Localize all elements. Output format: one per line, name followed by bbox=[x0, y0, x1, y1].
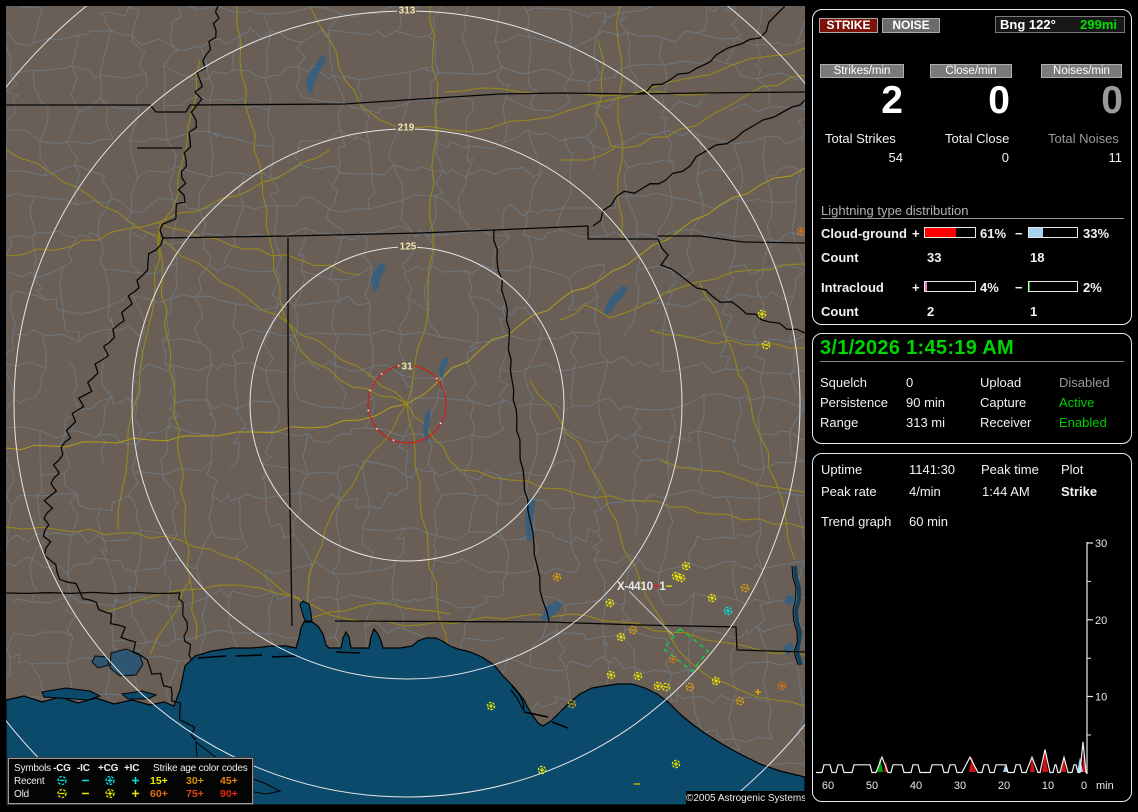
svg-text:125: 125 bbox=[400, 242, 417, 253]
svg-text:Old: Old bbox=[14, 789, 29, 800]
svg-text:-IC: -IC bbox=[77, 763, 90, 774]
svg-text:219: 219 bbox=[398, 123, 415, 134]
svg-text:40: 40 bbox=[910, 780, 922, 792]
svg-text:30: 30 bbox=[1095, 538, 1107, 550]
svg-text:90+: 90+ bbox=[220, 788, 238, 800]
svg-text:Recent: Recent bbox=[14, 776, 45, 787]
svg-text:75+: 75+ bbox=[186, 788, 204, 800]
svg-text:31: 31 bbox=[401, 362, 413, 373]
svg-text:-CG: -CG bbox=[53, 763, 71, 774]
svg-text:Strike age color codes: Strike age color codes bbox=[153, 763, 248, 774]
svg-text:0: 0 bbox=[1081, 780, 1087, 792]
svg-text:20: 20 bbox=[1095, 615, 1107, 627]
svg-text:60: 60 bbox=[822, 780, 834, 792]
svg-text:+CG: +CG bbox=[98, 763, 119, 774]
svg-text:Symbols: Symbols bbox=[14, 763, 51, 774]
svg-text:60+: 60+ bbox=[150, 788, 168, 800]
svg-text:20: 20 bbox=[998, 780, 1010, 792]
svg-text:10: 10 bbox=[1042, 780, 1054, 792]
svg-text:+IC: +IC bbox=[124, 763, 139, 774]
svg-text:min: min bbox=[1096, 780, 1114, 792]
svg-text:45+: 45+ bbox=[220, 775, 238, 787]
svg-text:15+: 15+ bbox=[150, 775, 168, 787]
svg-text:30+: 30+ bbox=[186, 775, 204, 787]
svg-text:313: 313 bbox=[399, 6, 416, 17]
svg-text:X-4410+1−: X-4410+1− bbox=[617, 581, 673, 593]
svg-text:50: 50 bbox=[866, 780, 878, 792]
svg-text:30: 30 bbox=[954, 780, 966, 792]
svg-text:10: 10 bbox=[1095, 692, 1107, 704]
